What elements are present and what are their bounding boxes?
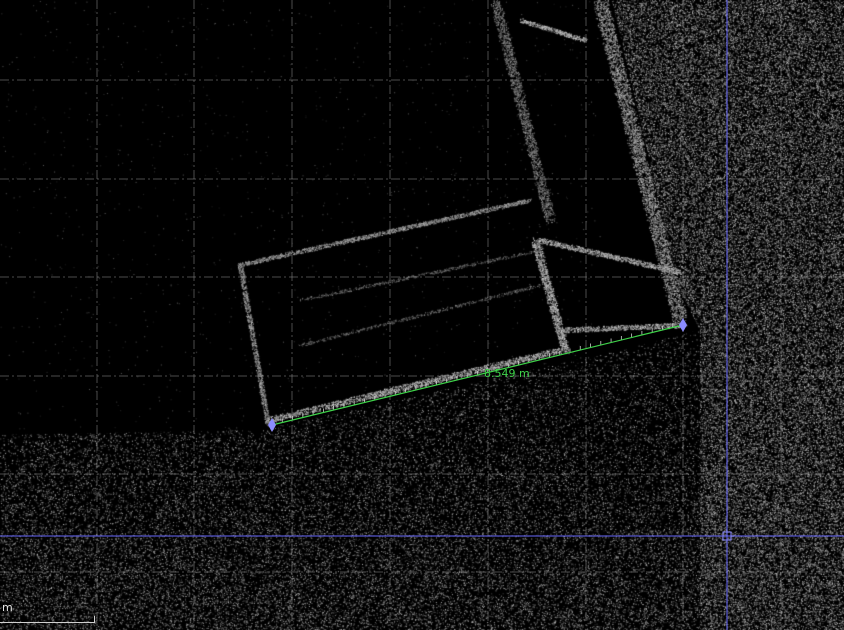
- measurement-line[interactable]: [271, 324, 684, 426]
- scale-unit-label: m: [2, 601, 13, 614]
- measurement-start-handle[interactable]: [268, 418, 276, 432]
- scale-bar: [0, 616, 95, 623]
- measurement-end-handle[interactable]: [679, 318, 687, 332]
- measurement-distance-label: 8.549 m: [484, 367, 530, 380]
- point-cloud-viewport[interactable]: 8.549 m m: [0, 0, 844, 630]
- measurement-overlay: [0, 0, 844, 630]
